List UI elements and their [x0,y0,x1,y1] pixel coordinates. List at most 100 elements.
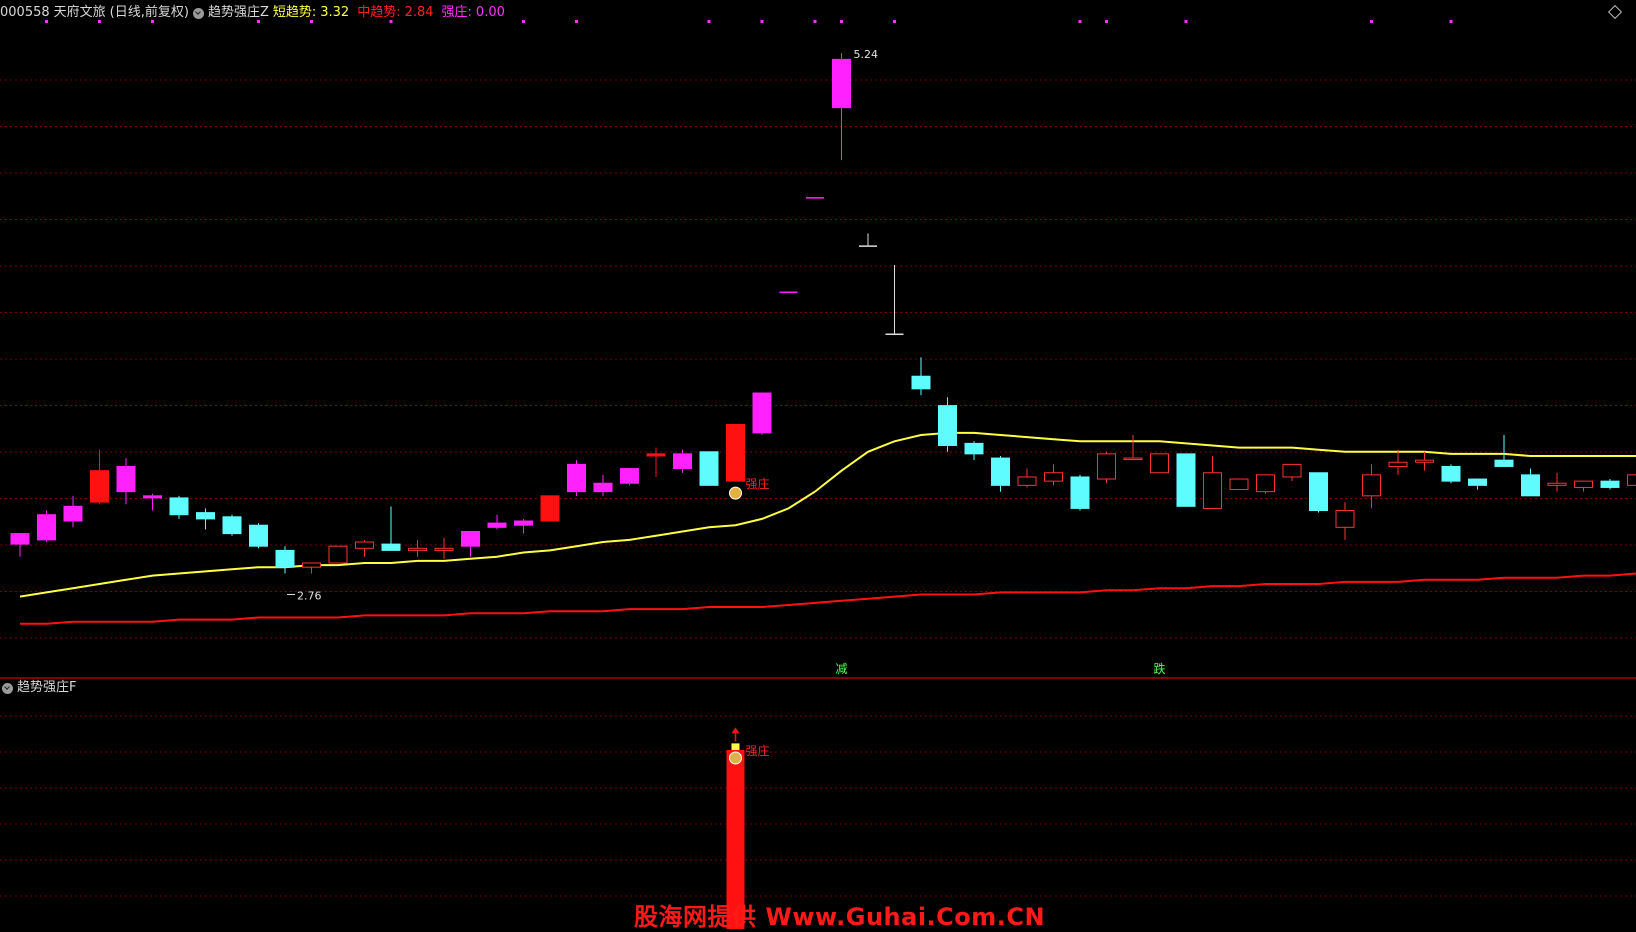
up-arrow-icon [732,727,740,733]
candle [1310,473,1328,513]
candle-body [541,496,559,521]
candle [939,397,957,452]
candle-body [1548,483,1566,485]
candle-body [1363,475,1381,496]
top-marker [708,20,711,23]
candle [1283,464,1301,481]
top-marker [840,20,843,23]
top-marker [575,20,578,23]
candle [1495,435,1513,466]
sub-header: 趋势强庄F [2,680,76,696]
signal-fall-label: 跌 [1154,661,1166,676]
candle-body [117,466,135,491]
candle [674,450,692,473]
candle-body [1628,475,1636,485]
candle-body [1071,477,1089,508]
candle-body [170,498,188,515]
trend-bar [732,743,740,750]
top-marker [522,20,525,23]
candle [1389,450,1407,475]
candle [1151,454,1169,473]
candle [1336,502,1354,540]
candle [1548,473,1566,492]
top-marker [1370,20,1373,23]
candle [170,496,188,519]
candle [223,515,241,536]
candle [886,265,904,334]
candle-body [1151,454,1169,473]
candle-body [1469,479,1487,485]
period-label[interactable]: (日线,前复权) [110,4,189,22]
sub-indicator-menu-icon[interactable] [2,683,13,694]
indicator-name[interactable]: 趋势强庄Z [208,4,269,22]
candle-body [409,548,427,550]
candle-body [356,542,374,548]
candle [568,460,586,496]
candle [1204,456,1222,508]
candle-body [1336,511,1354,528]
signal-reduce-label: 减 [836,662,848,676]
indicator-menu-icon[interactable] [193,8,204,19]
mid-trend-label: 中趋势: [357,4,400,22]
candle [38,511,56,542]
annotations-group: 5.24 2.76 强庄 减 跌 [287,48,1166,676]
candle-body [1098,454,1116,479]
candle-body [992,458,1010,485]
sub-indicator-name[interactable]: 趋势强庄F [17,680,76,696]
candle-body [64,506,82,521]
candle-body [1601,481,1619,487]
candle-body [939,406,957,446]
candle [382,506,400,550]
candle-body [223,517,241,534]
candle-body [1283,464,1301,477]
candle-body [965,443,983,453]
candle [356,540,374,557]
candle [859,234,877,247]
candle-body [1124,458,1142,460]
strong-value: 0.00 [476,4,505,22]
candle [515,519,533,534]
candle [303,563,321,573]
strong-signal-sub-label: 强庄 [746,743,770,758]
candle-body [515,521,533,525]
candle [276,546,294,573]
mid-trend-value: 2.84 [405,4,434,22]
short-trend-line [20,433,1636,597]
candle-body [303,563,321,567]
candle [197,508,215,529]
candle-body [91,471,109,502]
candle-body [727,424,745,481]
candle [1124,435,1142,460]
candle [1442,464,1460,483]
candle-body [1230,479,1248,489]
candle [1416,452,1434,471]
top-marker [761,20,764,23]
candle-body [568,464,586,491]
candle [144,494,162,511]
candle [647,448,665,477]
short-trend-value: 3.32 [320,4,349,22]
candle-body [144,496,162,498]
candle [117,458,135,504]
money-bag-icon [730,752,742,764]
candle-body [753,393,771,433]
money-bag-icon [730,487,742,499]
candle [1575,481,1593,491]
top-marker [893,20,896,23]
candles-group [11,53,1636,573]
kline-chart[interactable]: 5.24 2.76 强庄 减 跌 强庄 [0,0,1636,929]
candle [1045,464,1063,485]
candle [753,393,771,435]
watermark: 股海网提供 Www.Guhai.Com.CN [634,897,1045,932]
stock-code: 000558 [0,4,50,22]
candle-body [1177,454,1195,506]
candle-body [1045,473,1063,481]
candle [409,540,427,557]
candle-body [11,534,29,544]
candle [833,53,851,160]
strong-signal-label: 强庄 [746,476,770,491]
candle [965,441,983,460]
candle-body [621,469,639,484]
candle [992,456,1010,492]
candle-body [197,513,215,519]
